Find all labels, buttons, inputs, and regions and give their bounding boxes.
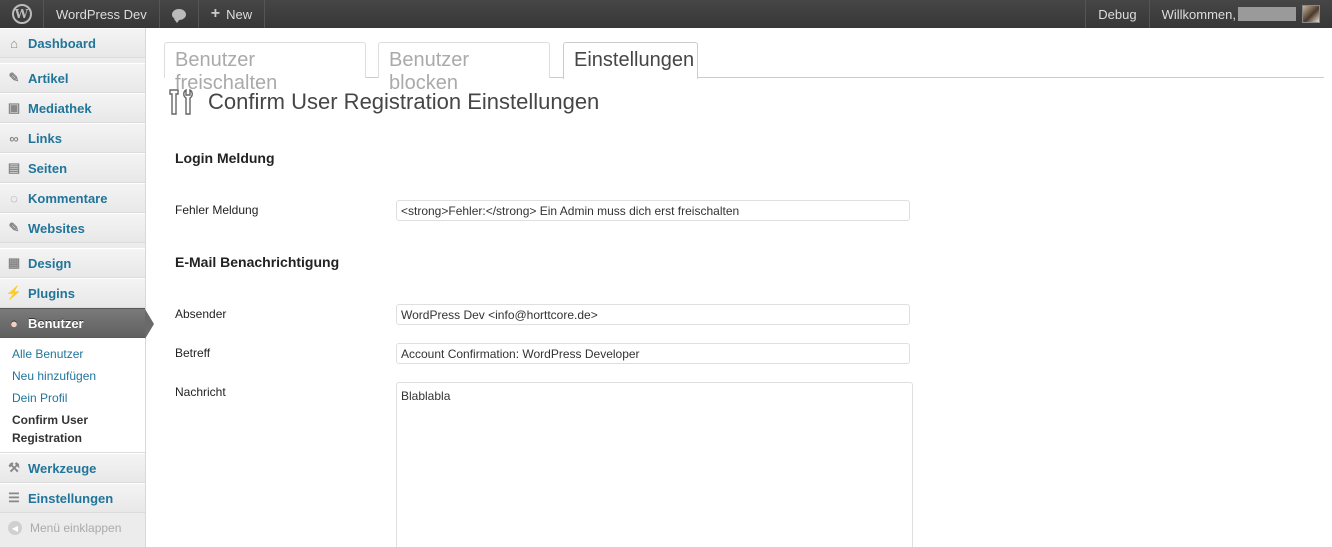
menu-label: Einstellungen: [28, 490, 114, 506]
menu-plugins[interactable]: ⚡ Plugins: [0, 278, 145, 308]
media-icon: ▣: [7, 100, 21, 115]
collapse-arrow-icon: ◀: [8, 521, 22, 535]
sender-input[interactable]: [396, 304, 910, 325]
users-submenu: Alle Benutzer Neu hinzufügen Dein Profil…: [0, 338, 145, 453]
message-label: Nachricht: [175, 385, 226, 399]
menu-mediathek[interactable]: ▣ Mediathek: [0, 93, 145, 123]
menu-label: Seiten: [28, 160, 68, 176]
error-message-label: Fehler Meldung: [175, 203, 259, 217]
submenu-alle-benutzer[interactable]: Alle Benutzer: [12, 343, 145, 365]
tools-icon: [169, 88, 193, 115]
menu-kommentare[interactable]: ◌ Kommentare: [0, 183, 145, 213]
menu-links[interactable]: ∞ Links: [0, 123, 145, 153]
new-label: New: [226, 6, 253, 22]
tab-einstellungen[interactable]: Einstellungen: [563, 42, 698, 79]
pin-icon: ✎: [8, 220, 20, 235]
my-account-menu[interactable]: Willkommen,: [1148, 0, 1332, 28]
admin-bar: W WordPress Dev + New Debug Willkommen,: [0, 0, 1332, 28]
debug-link[interactable]: Debug: [1085, 0, 1148, 28]
subject-label: Betreff: [175, 346, 211, 360]
subject-input[interactable]: [396, 343, 910, 364]
menu-label: Design: [28, 255, 72, 271]
menu-label: Dashboard: [28, 35, 96, 51]
page-title: Confirm User Registration Einstellungen: [208, 89, 600, 114]
menu-dashboard[interactable]: ⌂ Dashboard: [0, 28, 145, 58]
collapse-label: Menü einklappen: [30, 521, 122, 535]
welcome-text: Willkommen,: [1161, 6, 1236, 22]
menu-label: Websites: [28, 220, 85, 236]
admin-menu: ⌂ Dashboard ✎ Artikel ▣ Mediathek ∞ Links ▤ S…: [0, 28, 154, 547]
menu-benutzer[interactable]: ● Benutzer: [0, 308, 154, 339]
error-message-input[interactable]: [396, 200, 910, 221]
section-email-heading: E-Mail Benachrichtigung: [175, 254, 340, 270]
menu-label: Plugins: [28, 285, 75, 301]
pin-icon: ✎: [8, 70, 20, 85]
section-login-heading: Login Meldung: [175, 150, 275, 166]
submenu-dein-profil[interactable]: Dein Profil: [12, 387, 145, 409]
link-icon: ∞: [9, 130, 19, 146]
comments-link[interactable]: [160, 0, 199, 28]
submenu-confirm-user-registration[interactable]: Confirm User Registration: [12, 409, 145, 449]
sender-label: Absender: [175, 307, 227, 321]
comment-icon: ◌: [10, 190, 18, 206]
design-icon: ▦: [7, 255, 21, 270]
plus-icon: +: [210, 5, 221, 22]
settings-icon: ☰: [8, 490, 20, 505]
comment-bubble-icon: [171, 8, 186, 23]
nav-tabs: Benutzer freischalten Benutzer blocken E…: [164, 42, 1324, 94]
title-row: Confirm User Registration Einstellungen: [166, 86, 599, 118]
menu-label: Kommentare: [28, 190, 108, 206]
tools-icon: ⚒: [8, 460, 20, 475]
menu-label: Mediathek: [28, 100, 92, 116]
menu-artikel[interactable]: ✎ Artikel: [0, 63, 145, 93]
menu-label: Benutzer: [28, 315, 84, 331]
tab-benutzer-freischalten[interactable]: Benutzer freischalten: [164, 42, 366, 94]
username-redacted: [1238, 7, 1296, 21]
plugin-icon: ⚡: [5, 285, 23, 300]
menu-websites[interactable]: ✎ Websites: [0, 213, 145, 243]
avatar: [1302, 5, 1320, 23]
users-icon: ●: [10, 315, 18, 331]
menu-werkzeuge[interactable]: ⚒ Werkzeuge: [0, 453, 145, 483]
menu-design[interactable]: ▦ Design: [0, 248, 145, 278]
tab-benutzer-blocken[interactable]: Benutzer blocken: [378, 42, 550, 94]
collapse-menu-button[interactable]: ◀ Menü einklappen: [0, 513, 145, 543]
wordpress-logo-icon[interactable]: W: [0, 0, 44, 28]
site-name-link[interactable]: WordPress Dev: [44, 0, 160, 28]
page-icon: ▤: [7, 160, 21, 175]
menu-seiten[interactable]: ▤ Seiten: [0, 153, 145, 183]
main-content: Benutzer freischalten Benutzer blocken E…: [146, 28, 1332, 547]
menu-label: Werkzeuge: [28, 460, 97, 476]
submenu-neu-hinzufuegen[interactable]: Neu hinzufügen: [12, 365, 145, 387]
message-textarea[interactable]: Blablabla: [396, 382, 913, 547]
menu-label: Artikel: [28, 70, 69, 86]
menu-label: Links: [28, 130, 62, 146]
dashboard-icon: ⌂: [10, 35, 18, 51]
menu-einstellungen[interactable]: ☰ Einstellungen: [0, 483, 145, 513]
new-content-menu[interactable]: + New: [199, 0, 266, 28]
